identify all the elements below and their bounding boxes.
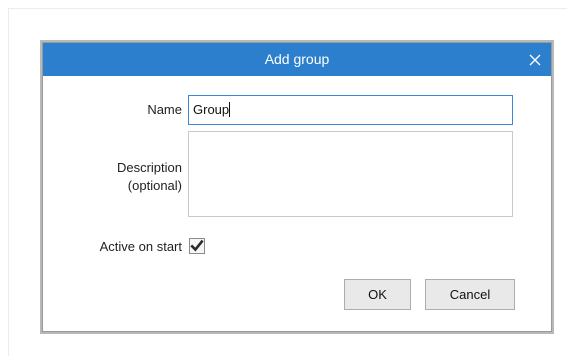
checkmark-icon (190, 239, 204, 252)
active-on-start-label: Active on start (99, 239, 182, 254)
name-field[interactable]: Group (188, 95, 513, 125)
close-button[interactable] (521, 46, 549, 74)
description-label: Description (optional) (63, 160, 182, 194)
add-group-dialog: Add group Name Group Description (option… (42, 42, 552, 332)
cancel-button[interactable]: Cancel (425, 279, 515, 310)
text-caret (229, 102, 231, 117)
name-label: Name (147, 102, 182, 117)
description-label-line1: Description (116, 160, 182, 175)
active-on-start-checkbox[interactable] (189, 238, 205, 254)
description-field[interactable] (188, 131, 513, 217)
dialog-title: Add group (264, 51, 330, 67)
dialog-titlebar: Add group (43, 43, 551, 76)
close-icon (529, 54, 541, 66)
description-label-line2: (optional) (127, 178, 182, 193)
name-field-value: Group (193, 102, 230, 117)
ok-button[interactable]: OK (344, 279, 411, 310)
